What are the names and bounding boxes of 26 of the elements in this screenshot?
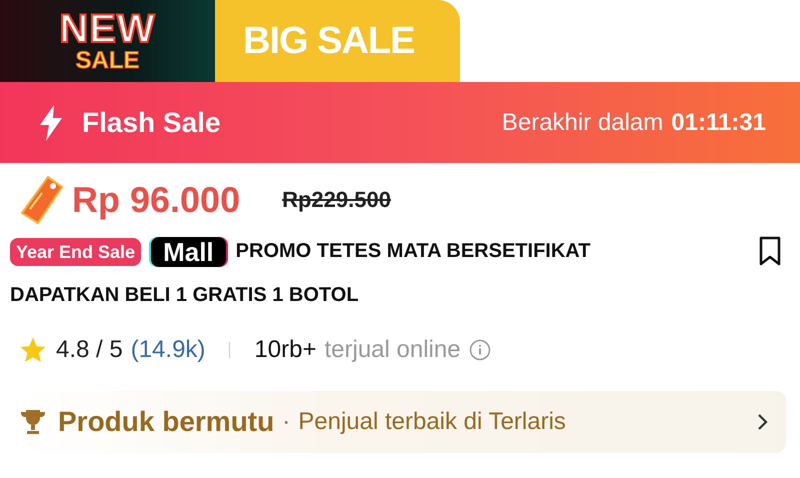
lightning-icon — [38, 104, 64, 140]
info-icon[interactable] — [468, 339, 491, 361]
countdown-timer: 01:11:31 — [671, 108, 766, 136]
review-count[interactable]: (14.9k) — [130, 336, 206, 364]
sale-price: Rp 96.000 — [72, 179, 240, 221]
banner-headline: BIG SALE — [243, 20, 414, 62]
original-price: Rp229.500 — [282, 187, 391, 213]
chevron-right-icon — [756, 412, 770, 432]
mall-badge: Mall — [151, 236, 226, 267]
trophy-icon — [18, 407, 48, 437]
quality-subtitle: Penjual terbaik di Terlaris — [298, 408, 567, 436]
sale-badge-text: SALE — [75, 49, 140, 73]
ends-label: Berakhir dalam — [502, 108, 664, 136]
rating-score: 4.8 / 5 — [56, 336, 123, 364]
product-title-line: PROMO TETES MATA BERSETIFIKAT — [236, 240, 590, 262]
new-badge-text: NEW — [59, 9, 156, 49]
product-title-line: DAPATKAN BELI 1 GRATIS 1 BOTOL — [10, 284, 359, 306]
quality-title: Produk bermutu — [58, 406, 274, 438]
bookmark-icon[interactable] — [758, 236, 782, 266]
sold-label: terjual online — [324, 336, 461, 364]
sold-count: 10rb+ — [254, 336, 316, 364]
sale-badge: Year End Sale — [10, 238, 142, 266]
separator-dot: · — [282, 408, 290, 436]
price-tag-icon — [18, 175, 64, 225]
star-icon — [18, 335, 48, 365]
flash-sale-label: Flash Sale — [82, 106, 222, 138]
